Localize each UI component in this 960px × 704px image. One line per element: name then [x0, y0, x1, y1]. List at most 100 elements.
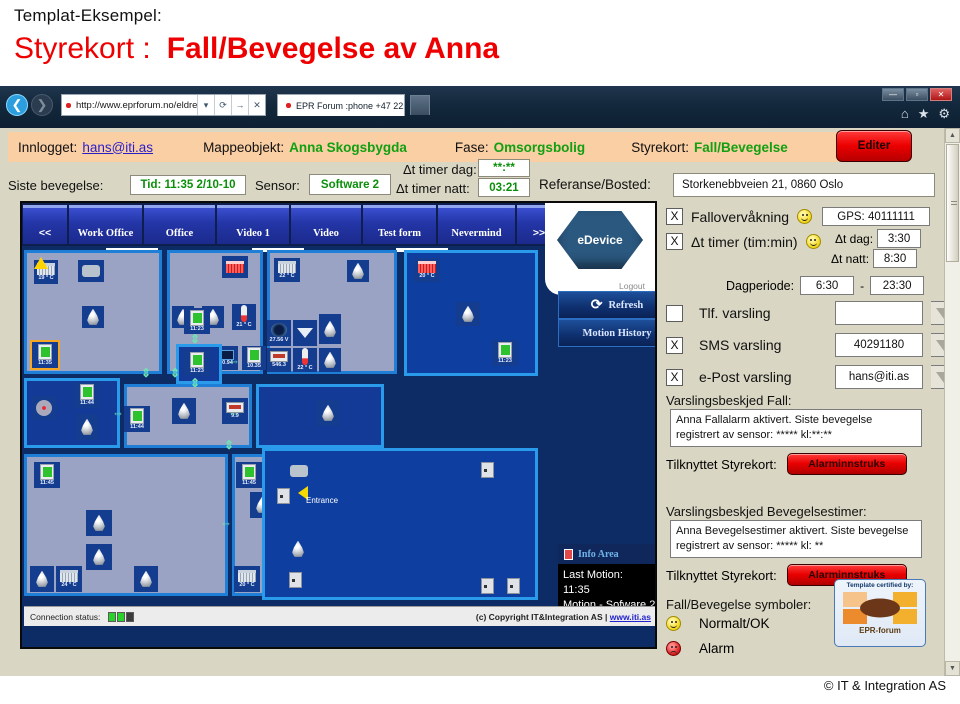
back-button[interactable]: ❮: [6, 94, 28, 116]
sensor-meter-5463[interactable]: 546.3: [267, 348, 291, 372]
editer-button[interactable]: Editer: [836, 130, 912, 162]
info-icon: [564, 548, 573, 560]
tlf-varsling-field[interactable]: [835, 301, 923, 325]
sensor-door-entrance[interactable]: [272, 484, 294, 508]
sensor-radiator-22c[interactable]: 22 ° C: [274, 258, 300, 282]
sensor-active-1144[interactable]: 11:44: [74, 382, 100, 408]
floorplan-tab-video[interactable]: Video: [291, 205, 361, 244]
sensor-fan[interactable]: [32, 396, 56, 420]
address-bar[interactable]: http://www.eprforum.no/eldreomorg ▾ ⟳ → …: [61, 94, 266, 116]
floorplan-tab-prev[interactable]: <<: [23, 205, 67, 244]
epost-varsling-label: e-Post varsling: [699, 369, 792, 385]
sensor-motion[interactable]: [30, 566, 54, 592]
minimize-button[interactable]: —: [882, 88, 904, 101]
funnel-icon: [297, 328, 313, 338]
dt-natt-field[interactable]: 8:30: [873, 249, 918, 268]
chevron-down-icon[interactable]: ▾: [197, 95, 214, 115]
sensor-radiator-20c[interactable]: 20 ° C: [414, 258, 440, 282]
dt-timer-natt-field: 03:21: [478, 178, 530, 197]
sensor-motion[interactable]: [319, 348, 341, 372]
sensor-active-1135[interactable]: 11:35: [30, 340, 60, 370]
sensor-door[interactable]: [502, 574, 524, 598]
innlogget-value[interactable]: hans@iti.as: [82, 140, 153, 155]
certificate-badge: Template certified by: EPR-forum: [834, 579, 926, 647]
dagperiode-to-field[interactable]: 23:30: [870, 276, 925, 295]
sensor-radiator-20c-b[interactable]: 20 ° C: [234, 566, 260, 592]
sensor-active-1035[interactable]: 10.35: [242, 346, 266, 370]
go-arrow-icon[interactable]: →: [231, 95, 248, 115]
sensor-funnel[interactable]: [293, 320, 317, 346]
sensor-voltage[interactable]: 27.56 V: [267, 320, 291, 346]
fall-message-box[interactable]: Anna Fallalarm aktivert. Siste bevegelse…: [670, 409, 922, 447]
sensor-camera-2[interactable]: [286, 460, 312, 482]
sensor-active-1145b[interactable]: 11:45: [236, 462, 262, 488]
scroll-thumb[interactable]: [946, 144, 959, 262]
dt-dag-field[interactable]: 3:30: [877, 229, 922, 248]
sms-varsling-checkbox[interactable]: X: [666, 336, 683, 354]
stop-x-icon[interactable]: ✕: [248, 95, 265, 115]
home-icon[interactable]: ⌂: [901, 106, 909, 122]
sensor-motion[interactable]: [172, 398, 196, 424]
dt-timer-checkbox[interactable]: X: [666, 233, 683, 250]
sensor-motion[interactable]: [286, 536, 310, 562]
bevegelse-message-box[interactable]: Anna Bevegelsestimer aktivert. Siste bev…: [670, 520, 922, 558]
maximize-button[interactable]: ▫: [906, 88, 928, 101]
sensor-motion[interactable]: [316, 400, 340, 426]
epost-varsling-field[interactable]: hans@iti.as: [835, 365, 923, 389]
sensor-active-1144b[interactable]: 11:44: [124, 406, 150, 432]
forward-button[interactable]: ❯: [31, 94, 53, 116]
sensor-door[interactable]: [284, 568, 306, 592]
sensor-motion[interactable]: [86, 510, 112, 536]
camera-icon: [290, 465, 308, 477]
sensor-active-1145[interactable]: 11:45: [34, 462, 60, 488]
iti-link[interactable]: www.iti.as: [610, 612, 651, 622]
sensor-active-1123c[interactable]: 11:23: [184, 350, 210, 376]
fallovervakning-checkbox[interactable]: X: [666, 208, 683, 225]
epost-varsling-checkbox[interactable]: X: [666, 368, 683, 386]
floorplan-tab-nevermind[interactable]: Nevermind: [438, 205, 515, 244]
sensor-camera[interactable]: [78, 260, 104, 282]
scroll-up-arrow[interactable]: ▲: [945, 128, 960, 143]
sensor-motion[interactable]: [134, 566, 158, 592]
sms-varsling-field[interactable]: 40291180: [835, 333, 923, 357]
sensor-motion[interactable]: [76, 414, 98, 440]
refresh-button[interactable]: ⟳ Refresh: [558, 291, 655, 319]
tlf-varsling-checkbox[interactable]: [666, 304, 683, 322]
sensor-radiator-red[interactable]: [222, 256, 248, 278]
referanse-field[interactable]: Storkenebbveien 21, 0860 Oslo: [673, 173, 935, 197]
close-button[interactable]: ✕: [930, 88, 952, 101]
floorplan-tab-video-1[interactable]: Video 1: [217, 205, 289, 244]
sensor-motion[interactable]: [319, 314, 341, 344]
motion-history-button[interactable]: Motion History: [558, 319, 655, 347]
status-green-icon: [247, 346, 261, 363]
sensor-motion[interactable]: [347, 260, 369, 282]
sensor-radiator-24c[interactable]: 24 ° C: [56, 566, 82, 592]
sensor-motion[interactable]: [82, 306, 104, 328]
logout-link[interactable]: Logout: [619, 281, 645, 291]
fall-alarminnstruks-button[interactable]: Alarminnstruks: [786, 453, 907, 475]
new-tab-button[interactable]: [410, 95, 430, 115]
floorplan-tab-test-form[interactable]: Test form: [363, 205, 436, 244]
sensor-active-1123b[interactable]: 11:23: [184, 308, 210, 334]
star-icon[interactable]: ★: [918, 106, 930, 122]
door-icon: [506, 578, 520, 594]
sensor-motion[interactable]: [86, 544, 112, 570]
sensor-motion[interactable]: [456, 302, 480, 326]
floorplan-tab-work-office[interactable]: Work Office: [69, 205, 142, 244]
sensor-door[interactable]: [476, 574, 498, 598]
fase-segment: Fase: Omsorgsbolig: [455, 140, 585, 155]
browser-tab[interactable]: EPR Forum :phone +47 22236...: [277, 94, 405, 116]
floorplan-tab-office[interactable]: Office: [144, 205, 215, 244]
app-scrollbar[interactable]: ▲ ▼: [944, 128, 960, 676]
gear-icon[interactable]: ⚙: [938, 106, 950, 122]
door-icon: [480, 578, 494, 594]
sensor-active-1123[interactable]: 11:23: [492, 340, 518, 366]
meter-icon: [270, 351, 288, 362]
sensor-door[interactable]: [476, 458, 498, 482]
dagperiode-from-field[interactable]: 6:30: [800, 276, 855, 295]
sensor-temp-21c[interactable]: 21 ° C: [232, 304, 256, 330]
refresh-icon[interactable]: ⟳: [214, 95, 231, 115]
gps-field[interactable]: GPS: 40111111: [822, 207, 931, 226]
sensor-temp-22c[interactable]: 22 ° C: [293, 348, 317, 372]
scroll-down-arrow[interactable]: ▼: [945, 661, 960, 676]
